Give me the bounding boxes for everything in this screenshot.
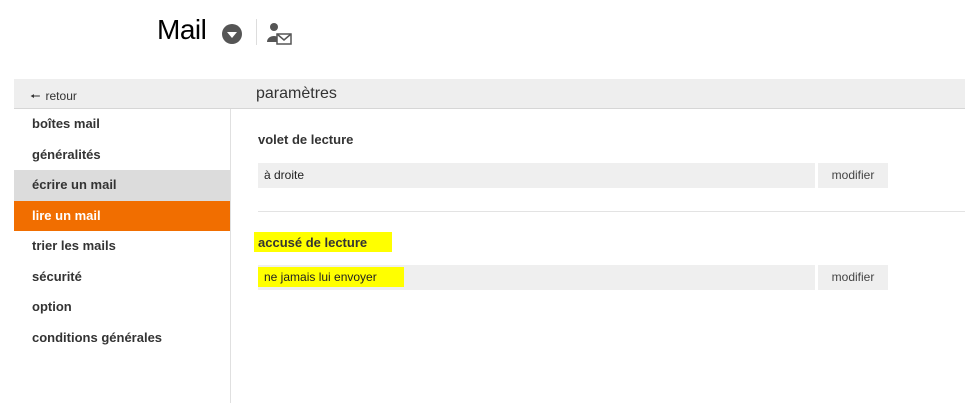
contact-mail-icon[interactable]: [266, 22, 292, 46]
settings-sidebar: boîtes mail généralités écrire un mail l…: [14, 109, 231, 403]
chevron-down-circle-icon[interactable]: [222, 24, 242, 44]
modify-reading-pane-button[interactable]: modifier: [818, 163, 888, 188]
section-title-reading-pane: volet de lecture: [258, 132, 354, 147]
read-receipt-value-text: ne jamais lui envoyer: [264, 270, 377, 284]
section-divider: [258, 211, 965, 212]
modify-read-receipt-button[interactable]: modifier: [818, 265, 888, 290]
sidebar-item-option[interactable]: option: [14, 292, 230, 323]
arrow-left-icon: 🠔: [30, 89, 41, 103]
sidebar-item-ecrire-un-mail[interactable]: écrire un mail: [14, 170, 230, 201]
sidebar-item-generalites[interactable]: généralités: [14, 140, 230, 171]
settings-topbar: 🠔 retour paramètres: [14, 79, 965, 109]
app-title: Mail: [157, 14, 207, 45]
page-title: paramètres: [256, 85, 337, 102]
reading-pane-value: à droite: [258, 163, 815, 188]
header-divider: [256, 19, 257, 45]
back-label: retour: [45, 89, 77, 103]
section-title-read-receipt: accusé de lecture: [258, 235, 368, 250]
sidebar-item-lire-un-mail[interactable]: lire un mail: [14, 200, 230, 231]
sidebar-item-conditions-generales[interactable]: conditions générales: [14, 323, 230, 354]
sidebar-item-boites-mail[interactable]: boîtes mail: [14, 109, 230, 140]
sidebar-item-trier-les-mails[interactable]: trier les mails: [14, 231, 230, 262]
back-link[interactable]: 🠔 retour: [30, 87, 77, 108]
sidebar-item-securite[interactable]: sécurité: [14, 262, 230, 293]
